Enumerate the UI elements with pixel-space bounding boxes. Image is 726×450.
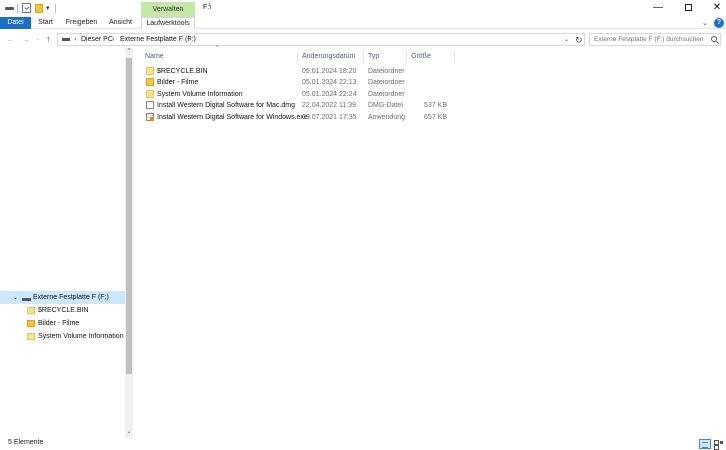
divider [17, 4, 18, 13]
file-date: 09.07.2021 17:35 [302, 114, 357, 121]
file-type: DMG-Datei [368, 102, 404, 109]
scroll-up-arrow[interactable]: ^ [125, 48, 133, 54]
file-name: Install Western Digital Software for Win… [157, 114, 308, 121]
file-name: $RECYCLE.BIN [157, 68, 208, 75]
file-icon [146, 101, 154, 109]
recent-locations-button[interactable]: ⌄ [35, 33, 40, 45]
file-row[interactable]: Install Western Digital Software for Mac… [143, 100, 463, 111]
nav-pane-scroll-thumb[interactable] [126, 58, 132, 374]
file-date: 22.04.2022 11:39 [302, 102, 356, 109]
back-button[interactable]: ← [6, 33, 15, 45]
file-type: Dateiordner [368, 68, 405, 75]
help-icon[interactable]: ? [714, 18, 724, 28]
breadcrumb-separator[interactable]: › [112, 36, 114, 44]
properties-icon[interactable] [22, 3, 31, 13]
file-date: 05.01.2024 22:24 [302, 91, 357, 98]
tab-laufwerktools[interactable]: Laufwerktools [141, 17, 195, 29]
item-count: 5 Elemente [8, 439, 44, 446]
expand-ribbon-icon[interactable]: ⌄ [702, 19, 708, 27]
file-row[interactable]: System Volume Information 05.01.2024 22:… [143, 89, 463, 100]
large-icons-view-icon[interactable] [713, 439, 723, 450]
address-history-dropdown[interactable]: ⌄ [564, 36, 569, 43]
ribbon-tabs: Datei Start Freigeben Ansicht Laufwerkto… [0, 17, 726, 29]
file-size: 657 KB [424, 114, 447, 121]
file-type: Anwendung [368, 114, 405, 121]
file-type: Dateiordner [368, 79, 405, 86]
tree-item-recycle-bin[interactable]: $RECYCLE.BIN [38, 306, 89, 315]
breadcrumb-separator[interactable]: › [189, 36, 191, 44]
maximize-button[interactable] [673, 1, 703, 15]
search-box[interactable] [589, 33, 721, 46]
file-size: 537 KB [424, 102, 447, 109]
drive-icon [62, 38, 70, 41]
column-header-type[interactable]: Typ [368, 52, 379, 61]
minimize-button[interactable]: — [643, 1, 673, 15]
file-type: Dateiordner [368, 91, 405, 98]
column-header-name[interactable]: Name [145, 52, 164, 61]
sort-ascending-icon: ^ [216, 45, 219, 51]
navigation-pane [0, 48, 135, 438]
file-row[interactable]: Bilder - Filme 05.01.2024 22:13 Dateiord… [143, 77, 463, 88]
folder-icon [27, 307, 35, 314]
context-tab-group-label: Verwalten [141, 2, 195, 17]
maximize-icon [684, 4, 692, 11]
exe-icon [146, 113, 154, 121]
tab-start[interactable]: Start [31, 17, 60, 29]
file-date: 05.01.2024 18:20 [302, 68, 357, 75]
tree-expand-icon[interactable]: ⌄ [13, 294, 18, 301]
tab-freigeben[interactable]: Freigeben [60, 17, 103, 29]
file-name: Install Western Digital Software for Mac… [157, 102, 295, 109]
search-input[interactable] [590, 34, 708, 45]
column-divider[interactable] [406, 50, 407, 63]
tree-item-system-volume-information[interactable]: System Volume Information [38, 332, 124, 341]
column-divider[interactable] [363, 50, 364, 63]
file-name: System Volume Information [157, 91, 243, 98]
column-header-size[interactable]: Größe [411, 52, 431, 61]
column-header-date[interactable]: Änderungsdatum [302, 52, 355, 61]
status-bar: 5 Elemente [0, 438, 726, 450]
scroll-down-arrow[interactable]: ⌄ [125, 428, 133, 435]
tab-ansicht[interactable]: Ansicht [103, 17, 138, 29]
column-divider[interactable] [297, 50, 298, 63]
drive-icon [22, 298, 31, 301]
tab-datei[interactable]: Datei [0, 17, 31, 29]
up-button[interactable]: ↑ [46, 33, 51, 45]
address-row: ← → ⌄ ↑ › Dieser PC › Externe Festplatte… [0, 30, 726, 48]
file-name: Bilder - Filme [157, 79, 199, 86]
window-title: F:\ [203, 4, 212, 11]
folder-icon [27, 320, 35, 327]
breadcrumb-dieser-pc[interactable]: Dieser PC [81, 36, 113, 44]
folder-icon [27, 333, 35, 340]
new-folder-icon[interactable] [35, 4, 43, 13]
file-row[interactable]: Install Western Digital Software for Win… [143, 112, 463, 123]
customize-quick-access-icon[interactable]: ▾ [46, 5, 52, 13]
folder-icon [146, 90, 154, 98]
drive-icon[interactable] [5, 7, 14, 10]
divider [55, 4, 56, 13]
file-row[interactable]: $RECYCLE.BIN 05.01.2024 18:20 Dateiordne… [143, 66, 463, 77]
forward-button[interactable]: → [21, 33, 30, 45]
refresh-button[interactable]: ↻ [575, 34, 583, 46]
breadcrumb-drive[interactable]: Externe Festplatte F (F:) [120, 36, 196, 44]
folder-icon [146, 78, 154, 86]
close-button[interactable]: ✕ [702, 1, 726, 15]
file-date: 05.01.2024 22:13 [302, 79, 357, 86]
details-view-icon[interactable] [699, 439, 711, 449]
address-bar[interactable]: › Dieser PC › Externe Festplatte F (F:) … [57, 33, 585, 46]
tree-item-label[interactable]: Externe Festplatte F (F:) [33, 293, 109, 302]
folder-icon [146, 67, 154, 75]
column-divider[interactable] [454, 50, 455, 63]
tree-item-bilder-filme[interactable]: Bilder - Filme [38, 319, 79, 328]
search-icon[interactable] [711, 36, 717, 42]
title-bar: ▾ Verwalten F:\ — ✕ [0, 0, 726, 17]
breadcrumb-separator[interactable]: › [74, 36, 76, 44]
